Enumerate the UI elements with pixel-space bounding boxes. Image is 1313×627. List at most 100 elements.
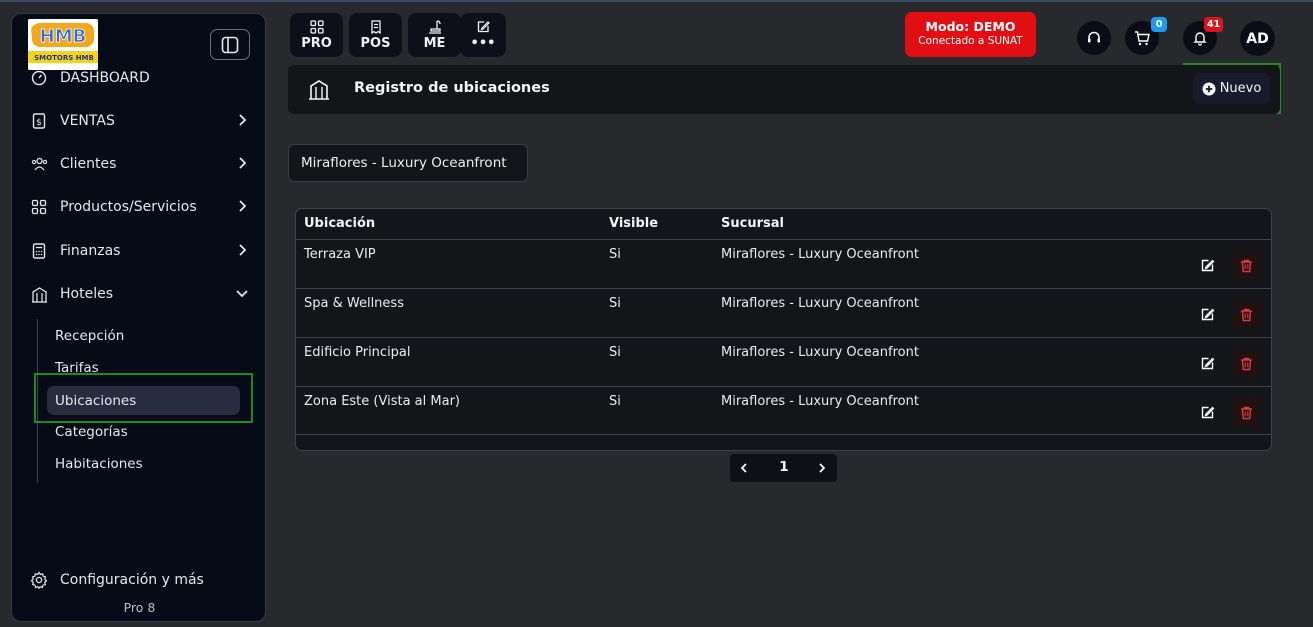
top-accent-line [0,0,1313,2]
sidebar-item-hoteles[interactable]: Hoteles [30,282,250,306]
chevron-right-icon [234,155,250,175]
sidebar-item-productos[interactable]: Productos/Servicios [30,195,250,219]
receipt-icon [370,19,381,34]
edit-icon [1201,357,1215,370]
receipt-dollar-icon: $ [30,112,48,130]
cell-ubicacion: Zona Este (Vista al Mar) [304,394,460,409]
sidebar-panel-icon [221,36,239,53]
sidebar-item-label: VENTAS [60,113,115,129]
me-button[interactable]: ME [408,13,461,57]
sidebar-item-label: Finanzas [60,243,121,259]
sidebar-item-label: Clientes [60,156,117,172]
cell-visible: Si [609,296,621,311]
chevron-right-icon [234,198,250,218]
cell-sucursal: Miraflores - Luxury Oceanfront [721,345,919,360]
plus-circle-icon [1202,82,1216,95]
svg-text:$: $ [36,118,42,128]
edit-button[interactable] [1193,349,1222,378]
edit-icon [1201,406,1215,419]
notifications-count-badge: 41 [1204,17,1224,32]
demo-mode-title: Modo: DEMO [925,19,1016,34]
trash-icon [1241,357,1252,371]
sidebar-item-dashboard[interactable]: DASHBOARD [30,66,250,90]
delete-button[interactable] [1232,300,1261,329]
sidebar-item-finanzas[interactable]: Finanzas [30,239,250,263]
current-page[interactable]: 1 [770,459,798,475]
page-title: Registro de ubicaciones [354,80,550,96]
demo-mode-badge[interactable]: Modo: DEMO Conectado a SUNAT [905,12,1036,57]
column-header-ubicacion[interactable]: Ubicación [304,216,375,231]
table-row: Terraza VIP Si Miraflores - Luxury Ocean… [296,239,1271,288]
support-button[interactable] [1077,21,1111,55]
cell-ubicacion: Edificio Principal [304,345,411,360]
trash-icon [1241,259,1252,273]
prev-page-button[interactable] [730,454,758,482]
pos-button[interactable]: POS [349,13,402,57]
column-header-sucursal[interactable]: Sucursal [721,216,784,231]
building-icon [308,78,330,104]
table-row: Zona Este (Vista al Mar) Si Miraflores -… [296,386,1271,435]
next-page-button[interactable] [808,454,836,482]
settings-link[interactable]: Configuración y más [30,568,250,592]
calculator-icon [30,242,48,260]
table-row: Edificio Principal Si Miraflores - Luxur… [296,337,1271,386]
edit-icon [477,20,490,32]
page-header: Registro de ubicaciones [288,65,1280,114]
building-icon [30,285,48,303]
sidebar: HMB SMOTORS HMB DASHBOARD $ VENTAS Clien… [11,13,266,622]
locations-table: Ubicación Visible Sucursal Terraza VIP S… [295,208,1272,451]
chevron-left-icon [740,463,747,473]
chevron-right-icon [234,242,250,262]
sidebar-toggle-button[interactable] [210,29,250,60]
users-icon [30,155,48,173]
more-button[interactable]: ••• [460,13,506,57]
pos-button-label: POS [360,35,391,51]
sidebar-item-clientes[interactable]: Clientes [30,152,250,176]
cell-visible: Si [609,247,621,262]
chevron-right-icon [234,112,250,132]
highlight-box-ubicaciones [34,373,253,423]
cell-ubicacion: Spa & Wellness [304,296,404,311]
pro-button[interactable]: PRO [290,13,343,57]
edit-button[interactable] [1193,398,1222,427]
sidebar-subitem-recepcion[interactable]: Recepción [47,321,240,350]
cell-visible: Si [609,345,621,360]
grid-icon [309,19,324,34]
grid-icon [30,198,48,216]
cell-visible: Si [609,394,621,409]
svg-text:SMOTORS HMB: SMOTORS HMB [34,54,94,62]
delete-button[interactable] [1232,398,1261,427]
gauge-icon [30,69,48,87]
delete-button[interactable] [1232,251,1261,280]
edit-button[interactable] [1193,251,1222,280]
settings-label: Configuración y más [60,572,204,588]
headset-icon [1088,31,1100,43]
sidebar-item-label: Productos/Servicios [60,199,197,215]
stamp-icon [428,19,441,34]
svg-text:HMB: HMB [40,26,87,47]
sidebar-item-label: Hoteles [60,286,113,302]
sidebar-item-ventas[interactable]: $ VENTAS [30,109,250,133]
edit-icon [1201,308,1215,321]
delete-button[interactable] [1232,349,1261,378]
cell-sucursal: Miraflores - Luxury Oceanfront [721,296,919,311]
bell-icon [1193,32,1207,46]
chevron-right-icon [819,463,826,473]
trash-icon [1241,406,1252,420]
edit-button[interactable] [1193,300,1222,329]
cell-sucursal: Miraflores - Luxury Oceanfront [721,247,919,262]
column-header-visible[interactable]: Visible [609,216,658,231]
user-avatar[interactable]: AD [1240,21,1275,56]
sidebar-item-label: DASHBOARD [60,70,150,86]
pro-button-label: PRO [301,35,332,51]
more-button-label: ••• [470,35,496,51]
pagination: 1 [730,454,837,482]
company-logo[interactable]: HMB SMOTORS HMB [28,19,98,70]
branch-select[interactable]: Miraflores - Luxury Oceanfront [288,144,528,182]
cell-sucursal: Miraflores - Luxury Oceanfront [721,394,919,409]
new-location-button[interactable]: Nuevo [1193,73,1270,104]
sidebar-subitem-habitaciones[interactable]: Habitaciones [47,449,240,478]
chevron-down-icon [234,285,250,305]
gear-icon [30,571,48,589]
cart-icon [1134,30,1150,45]
